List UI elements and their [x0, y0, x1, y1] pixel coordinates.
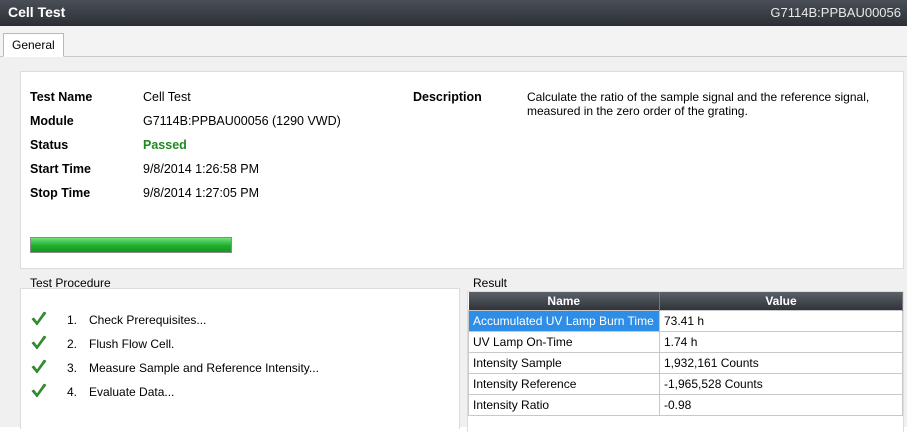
result-title: Result [470, 276, 511, 290]
checkmark-icon [31, 359, 47, 374]
stop-time-label: Stop Time [30, 186, 91, 200]
step-label: Measure Sample and Reference Intensity..… [89, 361, 319, 375]
module-label: Module [30, 114, 74, 128]
result-value-cell[interactable]: 73.41 h [659, 310, 903, 332]
checkmark-icon [31, 383, 47, 398]
result-name-cell[interactable]: UV Lamp On-Time [468, 331, 660, 353]
module-id: G7114B:PPBAU00056 [770, 5, 901, 20]
step-label: Evaluate Data... [89, 385, 175, 399]
progress-bar [30, 237, 232, 253]
description-text: Calculate the ratio of the sample signal… [527, 90, 870, 118]
result-name-cell[interactable]: Accumulated UV Lamp Burn Time [468, 310, 660, 332]
status-value: Passed [143, 138, 187, 152]
start-time-label: Start Time [30, 162, 91, 176]
test-info-panel: Test Name Cell Test Module G7114B:PPBAU0… [20, 71, 904, 269]
stop-time-value: 9/8/2014 1:27:05 PM [143, 186, 260, 200]
step-label: Flush Flow Cell. [89, 337, 175, 351]
result-name-cell[interactable]: Intensity Reference [468, 373, 660, 395]
table-row[interactable]: Intensity Reference -1,965,528 Counts [468, 373, 903, 395]
content-area: Test Name Cell Test Module G7114B:PPBAU0… [0, 57, 907, 432]
result-value-cell[interactable]: 1,932,161 Counts [659, 352, 903, 374]
title-bar: Cell Test G7114B:PPBAU00056 [0, 0, 907, 26]
result-value-cell[interactable]: 1.74 h [659, 331, 903, 353]
step-label: Check Prerequisites... [89, 313, 207, 327]
column-header-name[interactable]: Name [468, 292, 660, 311]
procedure-step: 3. Measure Sample and Reference Intensit… [21, 357, 451, 381]
test-name-label: Test Name [30, 90, 93, 104]
procedure-step: 2. Flush Flow Cell. [21, 333, 451, 357]
procedure-step: 4. Evaluate Data... [21, 381, 451, 405]
test-procedure-panel: 1. Check Prerequisites... 2. Flush Flow … [20, 288, 460, 429]
result-panel: Name Value Accumulated UV Lamp Burn Time… [467, 291, 904, 432]
module-value: G7114B:PPBAU00056 (1290 VWD) [143, 114, 341, 128]
status-label: Status [30, 138, 69, 152]
table-row[interactable]: Intensity Ratio -0.98 [468, 394, 903, 416]
checkmark-icon [31, 335, 47, 350]
table-row[interactable]: Accumulated UV Lamp Burn Time 73.41 h [468, 310, 903, 332]
result-value-cell[interactable]: -0.98 [659, 394, 903, 416]
table-row[interactable]: Intensity Sample 1,932,161 Counts [468, 352, 903, 374]
result-name-cell[interactable]: Intensity Ratio [468, 394, 660, 416]
procedure-step: 1. Check Prerequisites... [21, 309, 451, 333]
result-name-cell[interactable]: Intensity Sample [468, 352, 660, 374]
progress-fill [31, 238, 231, 252]
tab-general[interactable]: General [3, 33, 64, 57]
window-title: Cell Test [8, 4, 66, 20]
step-number: 1. [67, 313, 78, 327]
tab-strip: General [0, 26, 907, 57]
result-value-cell[interactable]: -1,965,528 Counts [659, 373, 903, 395]
result-table: Name Value Accumulated UV Lamp Burn Time… [468, 292, 903, 416]
step-number: 3. [67, 361, 78, 375]
result-header-row: Name Value [468, 292, 903, 311]
step-number: 2. [67, 337, 78, 351]
table-row[interactable]: UV Lamp On-Time 1.74 h [468, 331, 903, 353]
test-name-value: Cell Test [143, 90, 191, 104]
column-header-value[interactable]: Value [659, 292, 903, 311]
description-label: Description [413, 90, 482, 104]
start-time-value: 9/8/2014 1:26:58 PM [143, 162, 260, 176]
checkmark-icon [31, 311, 47, 326]
step-number: 4. [67, 385, 78, 399]
